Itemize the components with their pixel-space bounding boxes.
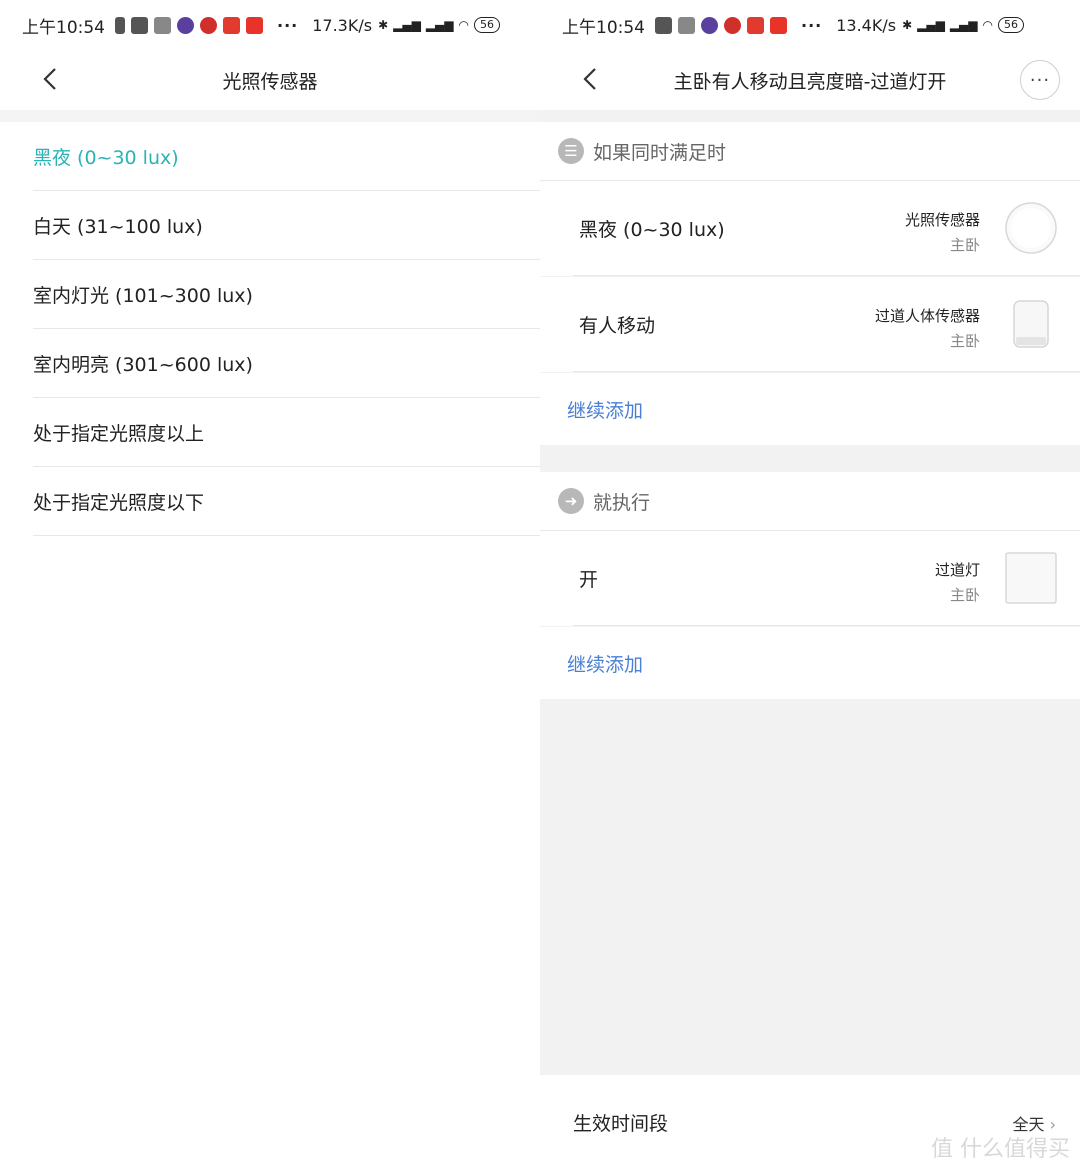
app-icon (770, 16, 787, 34)
signal-icon: ▂▄▆ (425, 18, 454, 32)
network-speed: 17.3K/s (312, 15, 373, 35)
list-item[interactable]: 处于指定光照度以下 (33, 467, 540, 536)
notification-icons (655, 16, 787, 34)
action-row[interactable]: 开 过道灯 主卧 (540, 531, 1080, 626)
motion-sensor-icon (1013, 300, 1049, 348)
status-bar: 上午10:54 ··· 13.4K/s ✱ ▂▄▆ ▂▄▆ ◠ 56 (540, 0, 1080, 50)
message-icon (655, 16, 672, 34)
scene-editor-screen: 上午10:54 ··· 13.4K/s ✱ ▂▄▆ ▂▄▆ ◠ 56 主卧有人移… (540, 0, 1080, 1169)
condition-row[interactable]: 黑夜 (0~30 lux) 光照传感器 主卧 (540, 181, 1080, 276)
bluetooth-icon: ✱ (378, 18, 389, 32)
section-title: 如果同时满足时 (593, 141, 727, 164)
nav-bar: 主卧有人移动且亮度暗-过道灯开 ··· (540, 50, 1080, 110)
system-icons: ✱ ▂▄▆ ▂▄▆ ◠ 56 (378, 17, 500, 33)
signal-icon: ▂▄▆ (949, 18, 978, 32)
news-icon (747, 16, 764, 34)
back-icon[interactable] (578, 66, 604, 92)
battery-icon: 56 (474, 17, 500, 33)
bluetooth-icon: ✱ (902, 18, 913, 32)
conditions-header: ☰ 如果同时满足时 (540, 122, 1080, 181)
arrow-right-icon: ➜ (558, 488, 584, 514)
status-bar: 上午10:54 ··· 17.3K/s ✱ ▂▄▆ ▂▄▆ ◠ 56 (0, 0, 540, 50)
nav-bar: 光照传感器 (0, 50, 540, 110)
app-icon (154, 16, 171, 34)
watermark: 值 什么值得买 (931, 1137, 1070, 1162)
schedule-label: 生效时间段 (573, 1113, 669, 1135)
condition-label: 黑夜 (0~30 lux) (579, 219, 725, 241)
list-icon: ☰ (558, 138, 584, 164)
add-more-label: 继续添加 (567, 399, 644, 422)
app-icon (724, 16, 741, 34)
schedule-row[interactable]: 生效时间段 全天 › 值 什么值得买 (540, 1075, 1080, 1169)
notification-icons (115, 16, 263, 34)
more-notifications-icon: ··· (801, 15, 823, 35)
more-icon: ··· (1029, 69, 1051, 91)
network-speed: 13.4K/s (836, 15, 897, 35)
wifi-icon: ◠ (982, 18, 993, 32)
app-icon (200, 16, 217, 34)
system-icons: ✱ ▂▄▆ ▂▄▆ ◠ 56 (902, 17, 1024, 33)
device-name: 光照传感器 (904, 211, 980, 229)
divider (0, 110, 540, 122)
list-item[interactable]: 黑夜 (0~30 lux) (33, 122, 540, 191)
status-time: 上午10:54 (22, 17, 105, 38)
list-item[interactable]: 室内明亮 (301~600 lux) (33, 329, 540, 398)
list-item[interactable]: 室内灯光 (101~300 lux) (33, 260, 540, 329)
status-time: 上午10:54 (562, 17, 645, 38)
news-icon (223, 16, 240, 34)
device-room: 主卧 (949, 236, 980, 254)
app-icon (678, 16, 695, 34)
device-name: 过道人体传感器 (874, 307, 980, 325)
app-icon (246, 16, 263, 34)
add-condition-button[interactable]: 继续添加 (540, 373, 1080, 445)
signal-icon: ▂▄▆ (917, 18, 945, 32)
list-item[interactable]: 白天 (31~100 lux) (33, 191, 540, 260)
battery-icon: 56 (998, 17, 1024, 33)
device-info: 过道人体传感器 主卧 (875, 305, 980, 351)
list-item[interactable]: 处于指定光照度以上 (33, 398, 540, 467)
device-info: 过道灯 主卧 (935, 559, 980, 605)
condition-row[interactable]: 有人移动 过道人体传感器 主卧 (540, 277, 1080, 372)
light-sensor-icon (1005, 202, 1057, 254)
device-room: 主卧 (949, 586, 980, 604)
light-sensor-screen: 上午10:54 ··· 17.3K/s ✱ ▂▄▆ ▂▄▆ ◠ 56 光照传感器… (0, 0, 540, 1169)
more-notifications-icon: ··· (277, 15, 299, 35)
device-info: 光照传感器 主卧 (905, 209, 980, 255)
sim-icon (115, 16, 125, 34)
device-name: 过道灯 (934, 561, 980, 579)
back-icon[interactable] (38, 66, 64, 92)
app-icon (701, 16, 718, 34)
signal-icon: ▂▄▆ (393, 18, 421, 32)
page-title: 光照传感器 (222, 70, 318, 93)
more-button[interactable]: ··· (1020, 60, 1060, 100)
condition-label: 有人移动 (579, 315, 656, 337)
add-more-label: 继续添加 (567, 653, 644, 676)
add-action-button[interactable]: 继续添加 (540, 627, 1080, 699)
message-icon (131, 16, 148, 34)
section-title: 就执行 (593, 491, 651, 514)
actions-header: ➜ 就执行 (540, 472, 1080, 531)
device-room: 主卧 (949, 332, 980, 350)
option-list: 黑夜 (0~30 lux) 白天 (31~100 lux) 室内灯光 (101~… (0, 122, 540, 536)
action-label: 开 (579, 569, 599, 591)
page-title: 主卧有人移动且亮度暗-过道灯开 (673, 70, 947, 93)
wifi-icon: ◠ (458, 18, 469, 32)
light-switch-icon (1005, 552, 1057, 604)
app-icon (177, 16, 194, 34)
